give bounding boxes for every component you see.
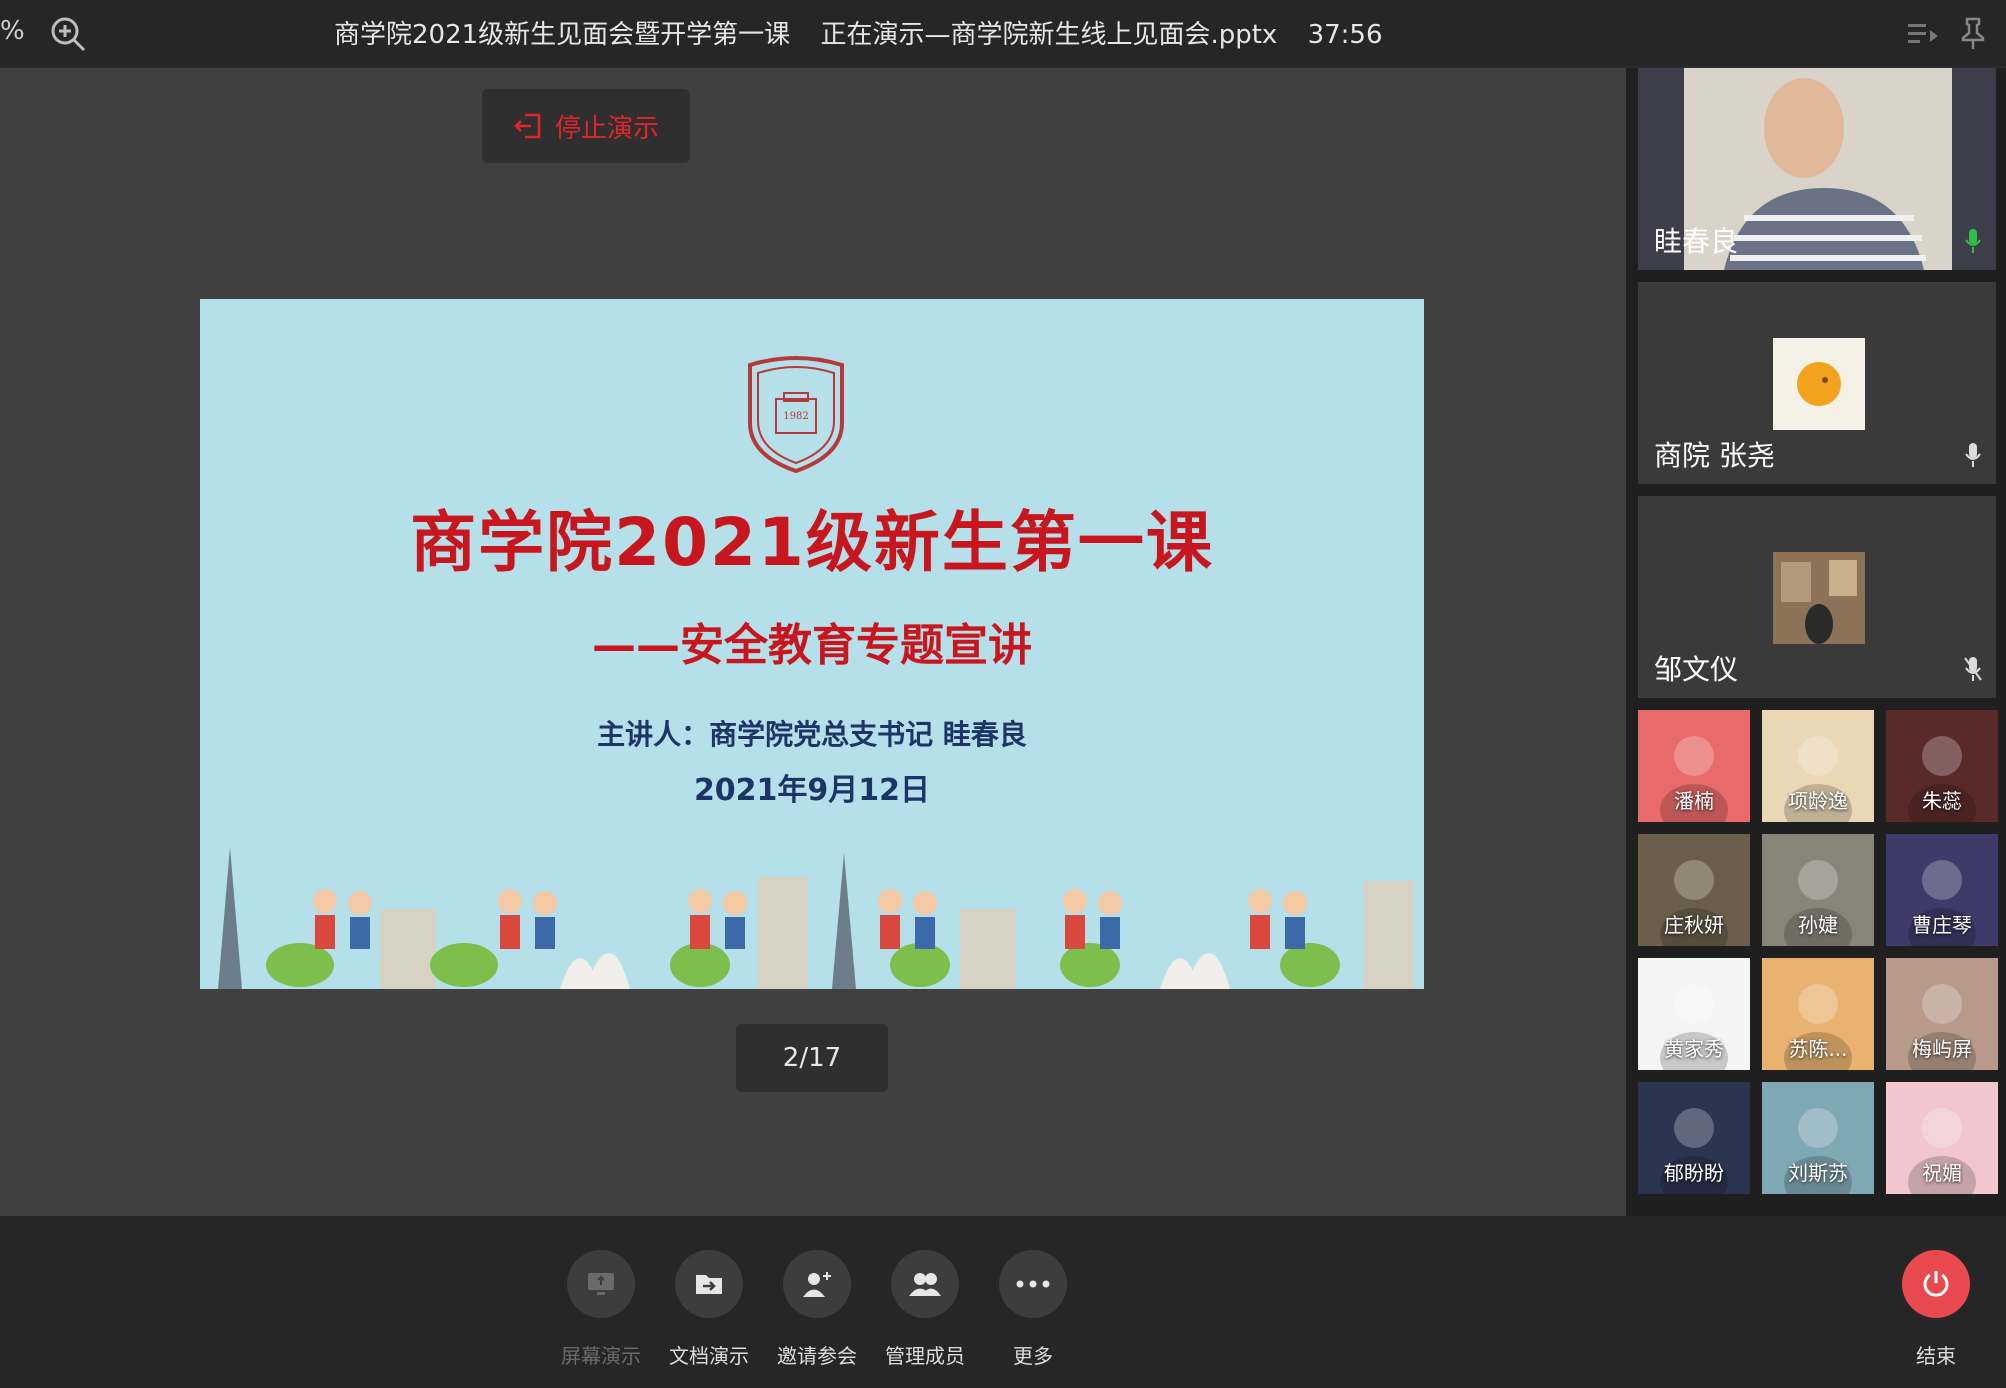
slide-title: 商学院2021级新生第一课 — [410, 504, 1214, 581]
participant-name: 郁盼盼 — [1664, 1161, 1724, 1185]
participant-tile[interactable]: 黄家秀 — [1638, 958, 1750, 1070]
elapsed-time: 37:56 — [1307, 20, 1383, 50]
more-button[interactable]: 更多 — [983, 1250, 1083, 1369]
participant-name: 庄秋妍 — [1664, 913, 1724, 937]
participant-tile[interactable]: 郁盼盼 — [1638, 1082, 1750, 1194]
participant-tile[interactable]: 刘斯苏 — [1762, 1082, 1874, 1194]
participant-tile[interactable]: 苏陈... — [1762, 958, 1874, 1070]
avatar — [1773, 338, 1865, 430]
doc-share-label: 文档演示 — [669, 1344, 749, 1368]
slide-date: 2021年9月12日 — [693, 773, 931, 808]
slide-presenter: 主讲人：商学院党总支书记 眭春良 — [597, 718, 1027, 751]
window-title: 商学院2021级新生见面会暨开学第一课 正在演示—商学院新生线上见面会.pptx… — [334, 14, 1405, 51]
end-meeting-label: 结束 — [1916, 1344, 1956, 1368]
participant-tile[interactable]: 项龄逸 — [1762, 710, 1874, 822]
avatar — [1773, 552, 1865, 644]
participant-name: 邹文仪 — [1654, 653, 1739, 686]
mic-icon — [1965, 443, 1981, 467]
playlist-icon[interactable] — [1906, 18, 1940, 50]
participant-name: 眭春良 — [1654, 225, 1739, 258]
manage-members-button[interactable]: 管理成员 — [875, 1250, 975, 1369]
slide: 1982 商学院2021级新生第一课 ——安全教育专题宣讲 主讲人：商学院党总支… — [200, 299, 1424, 989]
screen-share-label: 屏幕演示 — [561, 1344, 641, 1368]
stop-presenting-button[interactable]: 停止演示 — [482, 89, 690, 163]
participant-name: 项龄逸 — [1788, 789, 1848, 813]
participant-tile[interactable]: 孙婕 — [1762, 834, 1874, 946]
meeting-title: 商学院2021级新生见面会暨开学第一课 — [334, 20, 791, 50]
screen-share-button[interactable]: 屏幕演示 — [551, 1250, 651, 1369]
participant-name: 苏陈... — [1788, 1037, 1848, 1061]
logo-year: 1982 — [783, 411, 808, 422]
participant-tile[interactable]: 梅屿屏 — [1886, 958, 1998, 1070]
screen-share-icon — [567, 1250, 635, 1318]
participant-name: 孙婕 — [1798, 913, 1838, 937]
mic-muted-icon — [1964, 657, 1982, 681]
end-meeting-button[interactable]: 结束 — [1886, 1250, 1986, 1369]
page-indicator: 2/17 — [736, 1024, 888, 1092]
participant-tile[interactable]: 朱蕊 — [1886, 710, 1998, 822]
participant-name: 梅屿屏 — [1912, 1037, 1972, 1061]
pin-icon[interactable] — [1958, 16, 1988, 50]
university-logo: 1982 — [744, 355, 848, 475]
participant-name: 曹庄琴 — [1912, 913, 1972, 937]
participant-tile[interactable]: 潘楠 — [1638, 710, 1750, 822]
more-icon — [999, 1250, 1067, 1318]
landmark-illustration — [200, 847, 1424, 989]
doc-share-button[interactable]: 文档演示 — [659, 1250, 759, 1369]
video-tile-participant[interactable]: 邹文仪 — [1638, 496, 1996, 698]
folder-share-icon — [675, 1250, 743, 1318]
participant-tile[interactable]: 庄秋妍 — [1638, 834, 1750, 946]
manage-members-label: 管理成员 — [885, 1344, 965, 1368]
stop-share-icon — [514, 113, 541, 139]
participant-name: 祝媚 — [1922, 1161, 1962, 1185]
members-icon — [891, 1250, 959, 1318]
participant-name: 刘斯苏 — [1788, 1161, 1848, 1185]
power-icon — [1902, 1250, 1970, 1318]
mic-active-icon — [1965, 229, 1981, 253]
participant-name: 黄家秀 — [1664, 1037, 1724, 1061]
add-user-icon — [783, 1250, 851, 1318]
invite-button[interactable]: 邀请参会 — [767, 1250, 867, 1369]
stop-presenting-label: 停止演示 — [554, 113, 659, 144]
zoom-percent: % — [0, 16, 25, 46]
participant-name: 潘楠 — [1674, 789, 1714, 813]
video-tile-participant[interactable]: 商院 张尧 — [1638, 282, 1996, 484]
more-label: 更多 — [1013, 1344, 1053, 1368]
participant-tile[interactable]: 祝媚 — [1886, 1082, 1998, 1194]
slide-subtitle: ——安全教育专题宣讲 — [592, 620, 1032, 671]
participant-tile[interactable]: 曹庄琴 — [1886, 834, 1998, 946]
video-tile-speaker[interactable]: 眭春良 — [1638, 68, 1996, 270]
participant-name: 朱蕊 — [1922, 789, 1962, 813]
zoom-in-icon[interactable] — [48, 14, 88, 54]
participant-name: 商院 张尧 — [1654, 439, 1775, 472]
presenting-status: 正在演示—商学院新生线上见面会.pptx — [820, 20, 1278, 50]
invite-label: 邀请参会 — [777, 1344, 857, 1368]
